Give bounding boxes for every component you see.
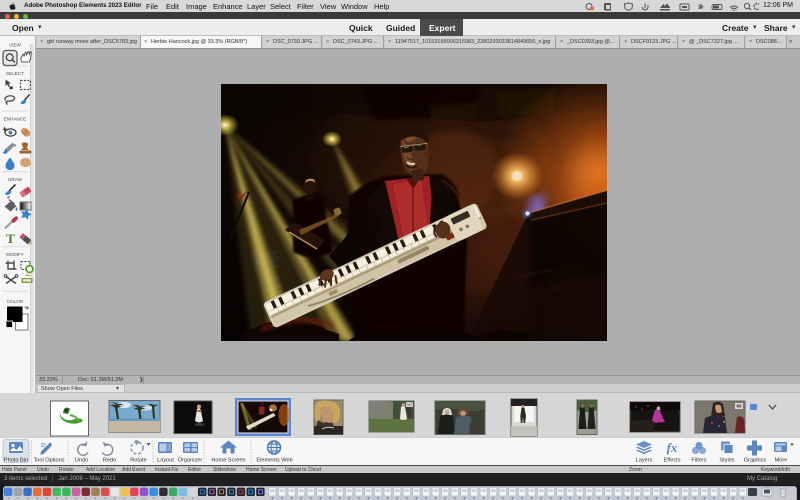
svg-text:Effects: Effects	[664, 458, 681, 464]
svg-text:Redo: Redo	[103, 458, 116, 464]
svg-text:Tool Options: Tool Options	[33, 458, 64, 464]
svg-text:T: T	[6, 231, 15, 246]
svg-text:Organizer: Organizer	[178, 458, 203, 464]
svg-text:Undo: Undo	[75, 458, 88, 464]
svg-text:MODIFY: MODIFY	[6, 252, 24, 257]
svg-text:ENHANCE: ENHANCE	[4, 117, 26, 122]
svg-text:VIEW: VIEW	[9, 43, 21, 48]
svg-text:DRAW: DRAW	[8, 177, 23, 182]
svg-text:Home Screen: Home Screen	[211, 458, 245, 464]
svg-text:Elements Web: Elements Web	[256, 458, 292, 464]
svg-text:Filters: Filters	[691, 458, 706, 464]
svg-text:Styles: Styles	[719, 458, 734, 464]
svg-text:More: More	[775, 458, 788, 464]
svg-text:SELECT: SELECT	[6, 71, 24, 76]
svg-text:Rotate: Rotate	[130, 458, 146, 464]
svg-text:Layers: Layers	[636, 458, 653, 464]
svg-text:Layout: Layout	[157, 458, 174, 464]
svg-text:COLOR: COLOR	[7, 299, 24, 304]
svg-text:Photo Bin: Photo Bin	[4, 458, 28, 464]
svg-text:fx: fx	[667, 440, 678, 455]
svg-text:Graphics: Graphics	[744, 458, 767, 464]
